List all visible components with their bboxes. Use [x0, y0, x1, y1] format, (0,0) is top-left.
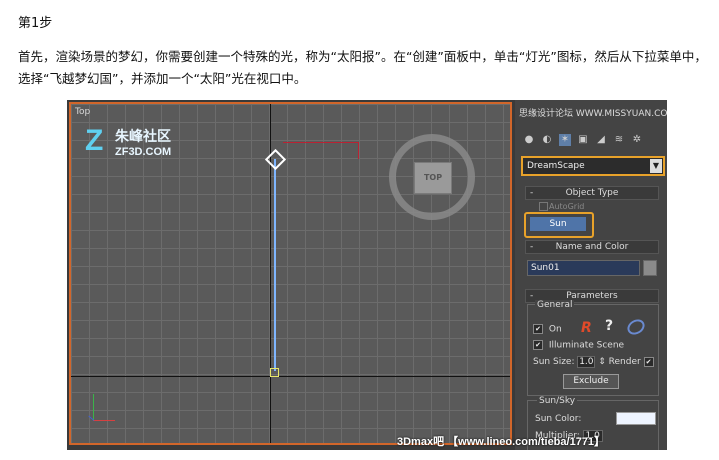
- light-icon[interactable]: ✶: [559, 134, 571, 146]
- object-type-title: Object Type: [565, 188, 619, 198]
- guide-line: [283, 142, 359, 159]
- on-row: ✔ On: [533, 324, 562, 335]
- sun-target-icon[interactable]: [270, 368, 279, 377]
- watermark-bottom: 3Dmax吧 【www.lineo.com/tieba/1771】: [397, 436, 606, 448]
- dropdown-value: DreamScape: [527, 161, 585, 171]
- shape-icon[interactable]: ◐: [541, 134, 553, 146]
- systems-icon[interactable]: ✲: [631, 134, 643, 146]
- illuminate-row: ✔ Illuminate Scene: [533, 340, 624, 351]
- autogrid-label: AutoGrid: [549, 202, 585, 211]
- intro-text: 首先，渲染场景的梦幻，你需要创建一个特殊的光，称为“太阳报”。在“创建”面板中，…: [18, 49, 707, 86]
- sun-sky-label: Sun/Sky: [537, 396, 578, 406]
- object-color-swatch[interactable]: [643, 260, 657, 276]
- viewcube[interactable]: TOP: [414, 162, 452, 194]
- help-icon[interactable]: ?: [605, 318, 613, 334]
- screenshot-3dsmax: Top TOP Z 朱峰社区 ZF3D.COM 思缘设计论坛 WWW.MISSY…: [67, 100, 667, 450]
- logo-english: ZF3D.COM: [115, 146, 172, 158]
- sun-size-row: Sun Size: 1.0 ⇕ Render ✔: [533, 356, 657, 368]
- sun-button-highlight: Sun: [524, 212, 594, 238]
- render-label: Render: [608, 357, 641, 367]
- collapse-icon[interactable]: -: [530, 187, 533, 199]
- collapse-icon[interactable]: -: [530, 241, 533, 253]
- sun-color-swatch[interactable]: [616, 412, 656, 425]
- object-name-field[interactable]: Sun01: [527, 260, 640, 276]
- command-panel: 思缘设计论坛 WWW.MISSYUAN.COM ● ◐ ✶ ▣ ◢ ≋ ✲ Dr…: [515, 100, 667, 450]
- sun-size-label: Sun Size:: [533, 357, 575, 367]
- spacewarp-icon[interactable]: ≋: [613, 134, 625, 146]
- axis-gizmo-x: [93, 420, 115, 421]
- watermark-top: 思缘设计论坛 WWW.MISSYUAN.COM: [519, 109, 667, 119]
- top-viewport[interactable]: Top TOP Z 朱峰社区 ZF3D.COM: [69, 102, 512, 445]
- illuminate-label: Illuminate Scene: [548, 340, 625, 351]
- sun-light-target-line: [274, 159, 276, 371]
- exclude-button[interactable]: Exclude: [563, 374, 619, 389]
- create-tab-icons: ● ◐ ✶ ▣ ◢ ≋ ✲: [523, 134, 643, 146]
- logo-mark: Z: [85, 124, 104, 157]
- world-axis-horizontal: [71, 376, 510, 377]
- logo-chinese: 朱峰社区: [115, 129, 171, 145]
- collapse-icon[interactable]: -: [530, 290, 533, 302]
- axis-gizmo-y: [93, 394, 94, 420]
- sun-size-input[interactable]: 1.0: [577, 356, 596, 368]
- sun-color-label: Sun Color:: [535, 414, 582, 424]
- spinner-icon[interactable]: ⇕: [598, 357, 606, 367]
- on-label: On: [548, 324, 562, 335]
- helper-icon[interactable]: ◢: [595, 134, 607, 146]
- autogrid-checkbox[interactable]: [539, 202, 548, 211]
- light-type-dropdown[interactable]: DreamScape ▼: [521, 156, 665, 176]
- on-checkbox[interactable]: ✔: [533, 324, 543, 334]
- name-and-color-title: Name and Color: [555, 242, 629, 252]
- sun-color-picker-icon[interactable]: R: [581, 320, 592, 336]
- chevron-down-icon[interactable]: ▼: [650, 159, 662, 173]
- sun-button[interactable]: Sun: [530, 217, 586, 231]
- render-checkbox[interactable]: ✔: [643, 356, 654, 367]
- sphere-icon[interactable]: ●: [523, 134, 535, 146]
- object-type-rollout[interactable]: - Object Type: [525, 186, 659, 200]
- camera-icon[interactable]: ▣: [577, 134, 589, 146]
- name-and-color-rollout[interactable]: - Name and Color: [525, 240, 659, 254]
- illuminate-checkbox[interactable]: ✔: [533, 340, 543, 350]
- step-title: 第1步: [18, 16, 53, 31]
- viewport-label[interactable]: Top: [75, 107, 90, 117]
- general-label: General: [535, 300, 575, 310]
